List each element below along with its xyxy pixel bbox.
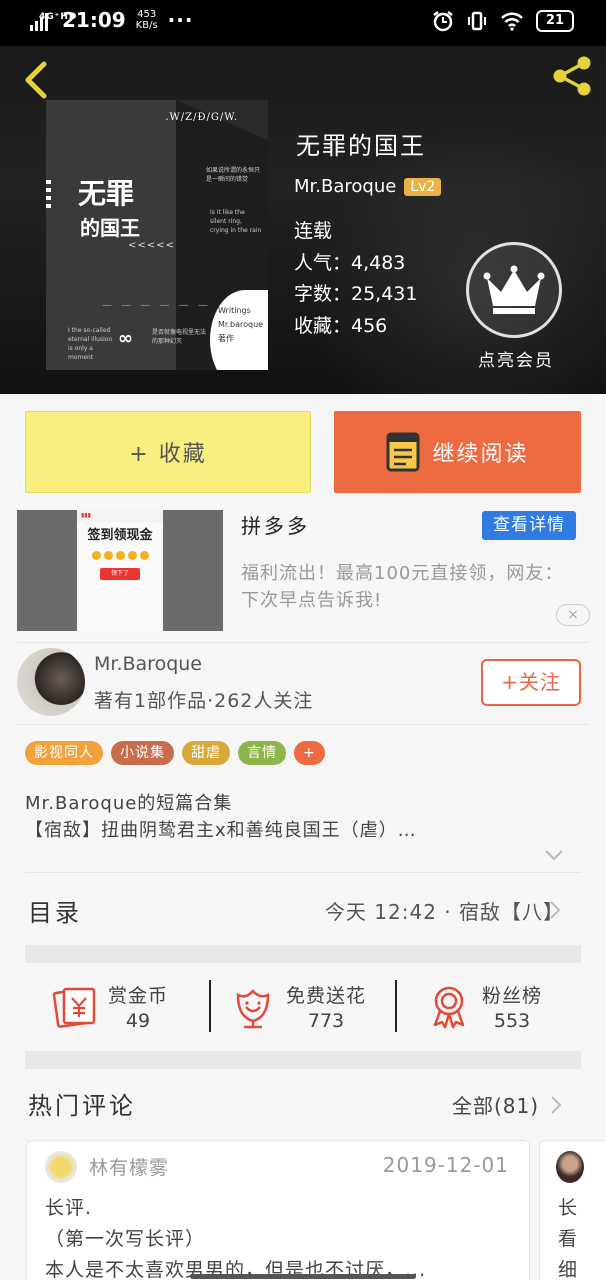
crown-icon <box>483 265 545 314</box>
comment-card[interactable]: 长 看 细 <box>539 1140 606 1280</box>
reward-coin-button[interactable]: 赏金币 49 <box>52 978 168 1034</box>
divider <box>17 724 589 725</box>
chevron-right-icon[interactable] <box>549 1094 563 1116</box>
chevron-right-icon[interactable] <box>548 899 562 921</box>
toc-title[interactable]: 目录 <box>28 893 82 928</box>
home-indicator[interactable] <box>190 1274 416 1279</box>
divider <box>25 872 581 873</box>
comment-preview: 长 看 细 <box>558 1197 578 1280</box>
continue-reading-button[interactable]: 继续阅读 <box>334 411 581 493</box>
add-tag-button[interactable]: + <box>294 741 325 765</box>
ad-details-button[interactable]: 查看详情 <box>482 511 576 540</box>
book-header: .W/Z/Ð/G/W. 无罪 的国王 <<<<< 如果说所谓的永恒只是一瞬间的错… <box>0 46 606 394</box>
word-count: 字数：25,431 <box>294 283 418 305</box>
ribbon-badge-icon <box>433 986 465 1029</box>
chevron-down-icon[interactable] <box>544 848 564 862</box>
send-flower-label: 免费送花 <box>286 984 367 1007</box>
latest-chapter[interactable]: 今天 12:42 · 宿敌【八】 <box>325 896 564 925</box>
author-card-name[interactable]: Mr.Baroque <box>94 653 202 675</box>
divider <box>17 642 589 643</box>
favorite-count: 收藏：456 <box>294 314 388 337</box>
reward-coin-label: 赏金币 <box>108 984 169 1007</box>
send-flower-button[interactable]: 免费送花 773 <box>230 978 366 1034</box>
author-card-meta: 著有1部作品·262人关注 <box>94 690 314 712</box>
author-line: Mr.Baroque Lv2 <box>294 176 442 197</box>
follow-button[interactable]: +关注 <box>481 659 581 706</box>
tag-item[interactable]: 影视同人 <box>25 741 103 765</box>
cellular-signal-icon: 4G⁺HD <box>30 9 76 31</box>
status-bar: 4G⁺HD 21:09 453 KB/s ··· 21 <box>0 0 606 46</box>
cover-left-note: I the so-called eternal illusion is only… <box>68 327 113 361</box>
continue-reading-label: 继续阅读 <box>432 442 529 467</box>
cover-title-line2: 的国王 <box>80 216 140 240</box>
cover-mid-note: 是否就像电视里无法的那种幻灭 <box>152 329 207 345</box>
ad-description[interactable]: 福利流出！最高100元直接领，网友：下次早点告诉我! <box>241 560 576 614</box>
divider <box>395 980 397 1032</box>
commenter-avatar[interactable] <box>45 1151 77 1183</box>
fan-ranking-value: 553 <box>493 1009 531 1032</box>
commenter-avatar[interactable] <box>556 1151 584 1183</box>
vip-button[interactable]: 点亮会员 <box>466 242 566 371</box>
ad-image[interactable]: ▮▮▮ 签到领现金 领下了 <box>17 510 223 631</box>
comment-date: 2019-12-01 <box>382 1153 509 1177</box>
infinity-symbol: ∞ <box>118 328 133 349</box>
share-icon[interactable] <box>550 54 596 98</box>
network-type: 4G⁺HD <box>39 12 78 22</box>
reward-coin-value: 49 <box>125 1009 151 1032</box>
cover-cn-note: 如果说所谓的永恒只是一瞬间的错觉 <box>206 167 261 183</box>
cover-title-line1: 无罪 <box>78 177 135 210</box>
fan-ranking-label: 粉丝榜 <box>482 984 543 1007</box>
tag-item[interactable]: 甜虐 <box>182 741 230 765</box>
comment-card[interactable]: 林有檬雾 2019-12-01 长评. （第一次写长评） 本人是不太喜欢男男的，… <box>26 1140 530 1280</box>
popularity: 人气：4,483 <box>294 251 406 274</box>
tag-item[interactable]: 小说集 <box>111 741 174 765</box>
section-gap <box>25 1051 581 1069</box>
ad-image-button: 领下了 <box>100 568 140 580</box>
alarm-icon <box>433 11 453 32</box>
wifi-icon <box>501 12 523 31</box>
level-badge: Lv2 <box>404 177 442 196</box>
flower-icon <box>236 989 270 1029</box>
vibrate-icon <box>467 11 486 31</box>
author-avatar[interactable] <box>17 648 85 716</box>
vip-label: 点亮会员 <box>478 351 554 371</box>
ad-image-title: 签到领现金 <box>87 528 153 543</box>
book-description[interactable]: Mr.Baroque的短篇合集 【宿敌】扭曲阴鸷君主x和善纯良国王（虐）… <box>25 790 417 844</box>
book-cover[interactable]: .W/Z/Ð/G/W. 无罪 的国王 <<<<< 如果说所谓的永恒只是一瞬间的错… <box>46 100 268 370</box>
book-title: 无罪的国王 <box>296 132 426 160</box>
cover-brand: .W/Z/Ð/G/W. <box>165 112 238 123</box>
tag-item[interactable]: 言情 <box>238 741 286 765</box>
add-favorite-button[interactable]: + 收藏 <box>25 411 311 493</box>
more-notifications-icon: ··· <box>167 8 194 32</box>
serial-status: 连载 <box>294 220 333 242</box>
ad-close-icon[interactable]: × <box>556 604 590 626</box>
fan-ranking-button[interactable]: 粉丝榜 553 <box>426 978 542 1034</box>
commenter-name[interactable]: 林有檬雾 <box>89 1153 169 1180</box>
network-speed: 453 KB/s <box>135 9 158 31</box>
book-icon <box>386 432 420 472</box>
cover-arrows: <<<<< <box>128 240 175 251</box>
section-gap <box>25 945 581 963</box>
battery-indicator: 21 <box>535 10 574 32</box>
author-name[interactable]: Mr.Baroque <box>294 176 396 197</box>
book-stats: 连载 人气：4,483 字数：25,431 收藏：456 <box>294 216 417 342</box>
reward-coin-icon <box>52 987 96 1028</box>
all-comments-link[interactable]: 全部(81) <box>452 1090 539 1119</box>
comment-body: 长评. （第一次写长评） 本人是不太喜欢男男的，但是也不讨厌，... <box>45 1197 427 1280</box>
hot-comments-title: 热门评论 <box>28 1092 136 1120</box>
ad-title[interactable]: 拼多多 <box>241 510 310 539</box>
send-flower-value: 773 <box>307 1009 345 1032</box>
divider <box>209 980 211 1032</box>
back-arrow-icon[interactable] <box>20 58 52 102</box>
tag-list: 影视同人 小说集 甜虐 言情 + <box>25 741 325 765</box>
cover-en-note: Is it like the silent ring, crying in th… <box>210 209 262 234</box>
